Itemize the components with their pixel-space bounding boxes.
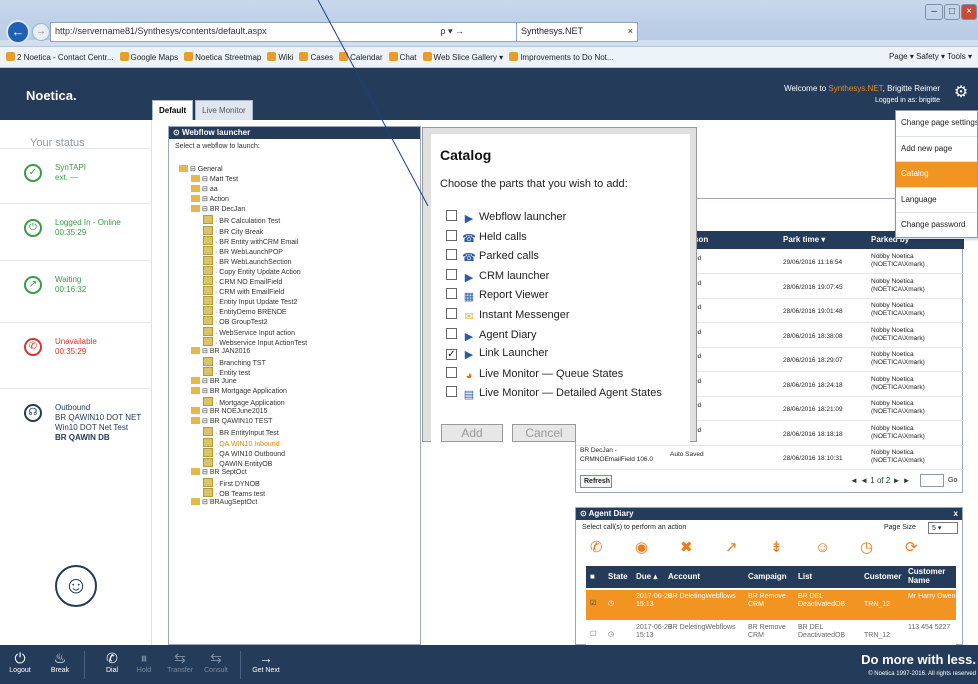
- pause-icon: ⏸: [140, 650, 148, 666]
- toolbar-button-label: Logout: [9, 667, 31, 674]
- logout-button[interactable]: ⏻ Logout: [4, 649, 36, 674]
- transfer-icon: ⇆: [174, 650, 186, 666]
- toolbar-button-label: Consult: [204, 667, 228, 674]
- annotation-line: [317, 0, 429, 207]
- get-next-button[interactable]: → Get Next: [250, 649, 282, 674]
- hold-button[interactable]: ⏸ Hold: [128, 649, 160, 674]
- toolbar-button-label: Get Next: [252, 667, 280, 674]
- coffee-icon: ♨: [53, 650, 67, 666]
- power-icon: ⏻: [14, 650, 26, 666]
- tagline: Do more with less.: [861, 652, 976, 667]
- consult-button[interactable]: ⇆ Consult: [200, 649, 232, 674]
- phone-icon: ✆: [106, 650, 118, 666]
- dial-button[interactable]: ✆ Dial: [96, 649, 128, 674]
- arrow-right-icon: →: [259, 650, 273, 666]
- toolbar-button-label: Dial: [105, 667, 119, 674]
- consult-icon: ⇆: [210, 650, 222, 666]
- toolbar-divider: [84, 651, 85, 679]
- transfer-button[interactable]: ⇆ Transfer: [164, 649, 196, 674]
- toolbar-button-label: Break: [50, 667, 70, 674]
- toolbar-button-label: Hold: [136, 667, 152, 674]
- copyright: © Noetica 1997-2016. All rights reserved: [868, 671, 976, 677]
- toolbar-divider: [240, 651, 241, 679]
- break-button[interactable]: ♨ Break: [44, 649, 76, 674]
- toolbar-button-label: Transfer: [167, 667, 193, 674]
